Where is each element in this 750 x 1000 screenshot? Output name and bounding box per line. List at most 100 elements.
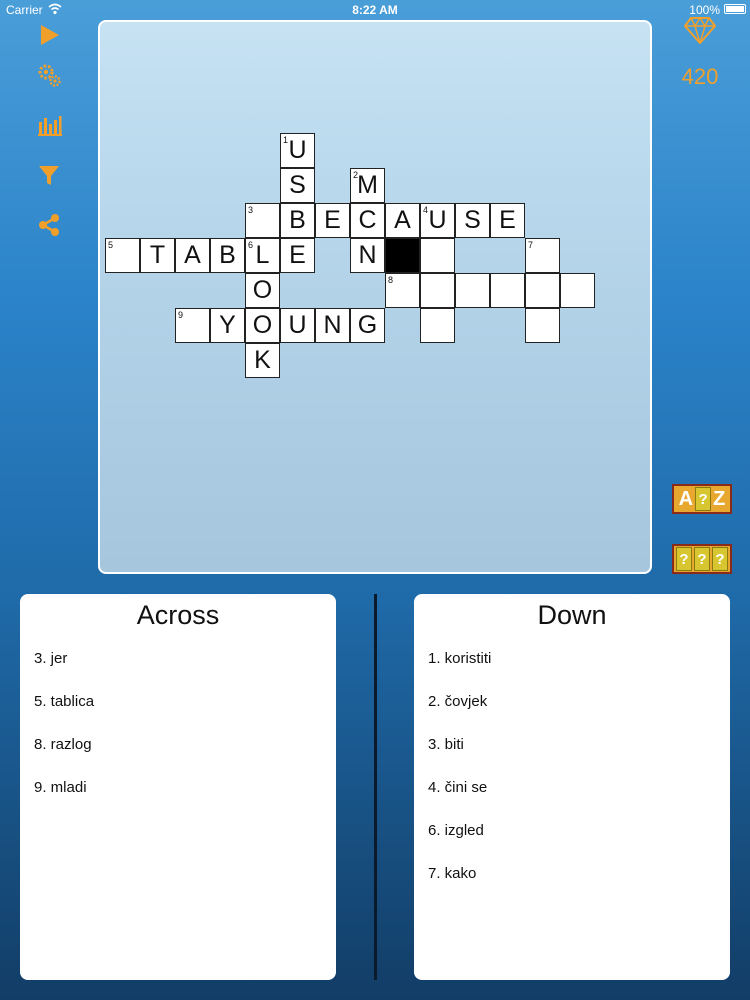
reveal-word-button[interactable]: ? ? ? <box>672 544 732 574</box>
crossword-cell[interactable]: N <box>315 308 350 343</box>
crossword-cell[interactable]: G <box>350 308 385 343</box>
share-icon <box>39 214 59 236</box>
down-clue[interactable]: 2. čovjek <box>428 693 487 710</box>
crossword-cell[interactable]: A <box>175 238 210 273</box>
bar-chart-icon <box>38 116 62 136</box>
cell-letter: T <box>149 241 166 269</box>
cell-letter: A <box>394 206 411 234</box>
crossword-cell[interactable]: 4U <box>420 203 455 238</box>
cell-letter: S <box>464 206 481 234</box>
settings-button[interactable] <box>32 58 66 92</box>
battery-icon <box>724 4 746 14</box>
cell-letter: A <box>184 241 201 269</box>
crossword-cell[interactable]: N <box>350 238 385 273</box>
hint-letter-a: A <box>678 487 694 510</box>
battery-percent: 100% <box>689 3 720 17</box>
cell-letter: L <box>255 241 270 269</box>
cell-letter: E <box>324 206 341 234</box>
diamond-icon <box>684 16 716 44</box>
hint-question-mark: ? <box>695 487 712 511</box>
crossword-cell[interactable]: T <box>140 238 175 273</box>
crossword-cell[interactable] <box>420 273 455 308</box>
across-clues-panel: Across 3. jer 5. tablica 8. razlog 9. ml… <box>20 594 336 980</box>
cell-letter: N <box>358 241 377 269</box>
crossword-cell[interactable] <box>420 308 455 343</box>
crossword-cell[interactable]: 1U <box>280 133 315 168</box>
crossword-board: 1US2M3BECA4USE5TAB6LEN7O89YOUNGK <box>98 20 652 574</box>
clue-number: 8 <box>388 275 394 285</box>
crossword-cell[interactable] <box>490 273 525 308</box>
clue-number: 3 <box>248 205 254 215</box>
crossword-cell[interactable]: U <box>280 308 315 343</box>
filter-icon <box>39 166 59 185</box>
status-bar: Carrier 8:22 AM 100% <box>0 0 750 20</box>
crossword-cell[interactable] <box>420 238 455 273</box>
crossword-cell[interactable]: 3 <box>245 203 280 238</box>
reveal-letter-button[interactable]: A ? Z <box>672 484 732 514</box>
crossword-cell[interactable]: 9 <box>175 308 210 343</box>
cell-letter: E <box>499 206 516 234</box>
hint-question-mark: ? <box>676 547 692 571</box>
crossword-cell[interactable]: 8 <box>385 273 420 308</box>
cell-letter: U <box>288 311 307 339</box>
hint-question-mark: ? <box>694 547 710 571</box>
coin-count: 420 <box>681 64 719 89</box>
cell-letter: G <box>357 311 378 339</box>
crossword-cell[interactable]: E <box>490 203 525 238</box>
crossword-cell-blocked <box>385 238 420 273</box>
crossword-cell[interactable]: 7 <box>525 238 560 273</box>
cell-letter: B <box>219 241 236 269</box>
down-clue[interactable]: 7. kako <box>428 865 476 882</box>
play-button[interactable] <box>32 18 66 52</box>
crossword-cell[interactable] <box>525 273 560 308</box>
clue-number: 9 <box>178 310 184 320</box>
clue-number: 4 <box>423 205 429 215</box>
crossword-cell[interactable]: A <box>385 203 420 238</box>
hint-question-mark: ? <box>712 547 728 571</box>
panel-divider <box>374 594 377 980</box>
across-clue[interactable]: 5. tablica <box>34 693 94 710</box>
filter-button[interactable] <box>32 158 66 192</box>
down-clues-panel: Down 1. koristiti 2. čovjek 3. biti 4. č… <box>414 594 730 980</box>
share-button[interactable] <box>32 208 66 242</box>
crossword-cell[interactable] <box>455 273 490 308</box>
crossword-cell[interactable] <box>525 308 560 343</box>
clue-number: 6 <box>248 240 254 250</box>
crossword-cell[interactable]: E <box>315 203 350 238</box>
across-clue[interactable]: 9. mladi <box>34 779 87 796</box>
across-clue[interactable]: 8. razlog <box>34 736 92 753</box>
down-clue[interactable]: 3. biti <box>428 736 464 753</box>
crossword-cell[interactable]: S <box>280 168 315 203</box>
down-title: Down <box>537 600 607 630</box>
across-clue[interactable]: 3. jer <box>34 650 67 667</box>
crossword-cell[interactable]: 2M <box>350 168 385 203</box>
cell-letter: S <box>289 171 306 199</box>
clue-number: 1 <box>283 135 289 145</box>
crossword-cell[interactable]: 5 <box>105 238 140 273</box>
clue-number: 2 <box>353 170 359 180</box>
crossword-cell[interactable]: Y <box>210 308 245 343</box>
cell-letter: C <box>358 206 377 234</box>
crossword-cell[interactable] <box>560 273 595 308</box>
crossword-cell[interactable]: O <box>245 273 280 308</box>
cell-letter: M <box>357 171 378 199</box>
cell-letter: B <box>289 206 306 234</box>
clue-number: 5 <box>108 240 114 250</box>
hint-letter-z: Z <box>713 487 726 510</box>
down-clue[interactable]: 4. čini se <box>428 779 487 796</box>
crossword-cell[interactable]: B <box>280 203 315 238</box>
cell-letter: O <box>252 311 273 339</box>
crossword-cell[interactable]: S <box>455 203 490 238</box>
crossword-cell[interactable]: C <box>350 203 385 238</box>
down-clue[interactable]: 1. koristiti <box>428 650 491 667</box>
crossword-cell[interactable]: O <box>245 308 280 343</box>
crossword-cell[interactable]: B <box>210 238 245 273</box>
crossword-cell[interactable]: 6L <box>245 238 280 273</box>
statistics-button[interactable] <box>32 108 66 142</box>
crossword-cell[interactable]: E <box>280 238 315 273</box>
cell-letter: O <box>252 276 273 304</box>
cell-letter: U <box>288 136 307 164</box>
crossword-cell[interactable]: K <box>245 343 280 378</box>
down-clue[interactable]: 6. izgled <box>428 822 484 839</box>
cell-letter: E <box>289 241 306 269</box>
